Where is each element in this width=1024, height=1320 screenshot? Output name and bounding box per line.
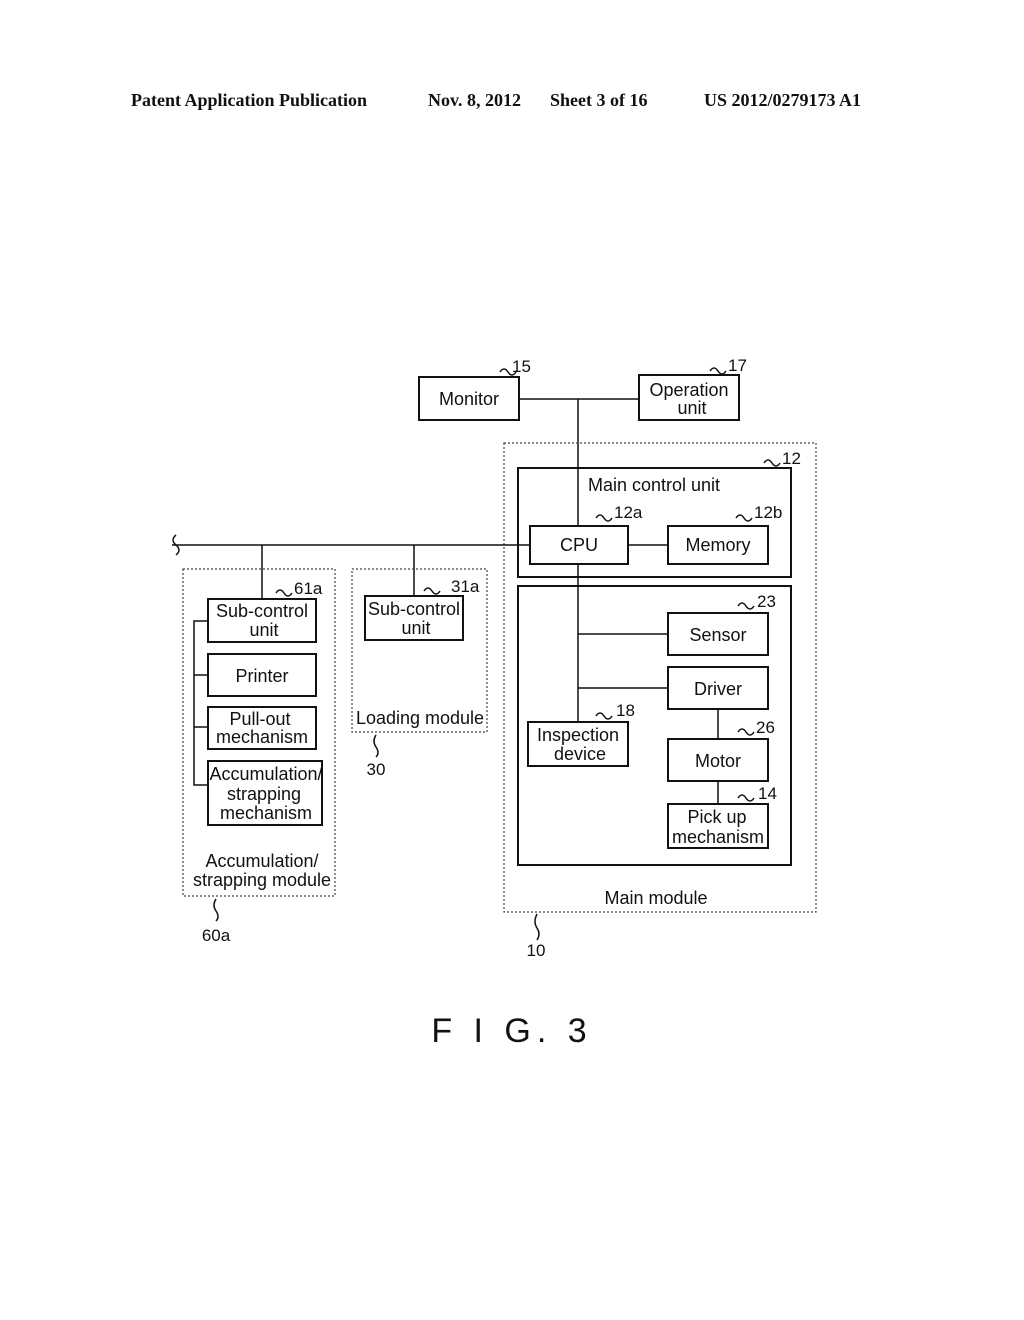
sensor-label: Sensor <box>689 625 746 645</box>
accum-mech-label-2: strapping <box>227 784 301 804</box>
loading-sub-control-block: Sub-control unit 31a <box>364 577 480 641</box>
cpu-ref: 12a <box>614 503 643 522</box>
pullout-label-2: mechanism <box>216 727 308 747</box>
operation-unit-label-1: Operation <box>649 380 728 400</box>
motor-label: Motor <box>695 751 741 771</box>
pickup-ref: 14 <box>758 784 777 803</box>
loading-module-label: Loading module <box>356 708 484 728</box>
main-module-label: Main module <box>604 888 707 908</box>
accum-sub-control-ref: 61a <box>294 579 323 598</box>
main-control-unit-label: Main control unit <box>588 475 720 495</box>
operation-unit-label-2: unit <box>677 398 706 418</box>
accum-mech-label-3: mechanism <box>220 803 312 823</box>
figure-label: F I G. 3 <box>431 1012 592 1050</box>
inspection-device-block: Inspection device 18 <box>527 701 635 767</box>
inspection-device-label-2: device <box>554 744 606 764</box>
memory-block: Memory 12b <box>667 503 782 565</box>
accum-sub-control-block: Sub-control unit 61a <box>207 579 323 643</box>
pullout-label-1: Pull-out <box>229 709 290 729</box>
cpu-block: CPU 12a <box>529 503 643 565</box>
motor-ref: 26 <box>756 718 775 737</box>
main-module-ref: 10 <box>527 941 546 960</box>
accum-sub-control-label-1: Sub-control <box>216 601 308 621</box>
inspection-device-ref: 18 <box>616 701 635 720</box>
accumulation-module-label-2: strapping module <box>193 870 331 890</box>
printer-block: Printer <box>207 653 317 697</box>
pullout-mechanism-block: Pull-out mechanism <box>207 706 317 750</box>
operation-unit-block: Operation unit 17 <box>638 356 747 421</box>
block-diagram: Monitor 15 Operation unit 17 Main module… <box>172 356 817 1050</box>
cpu-label: CPU <box>560 535 598 555</box>
accum-strapping-mechanism-block: Accumulation/ strapping mechanism <box>207 760 323 826</box>
main-control-unit-ref: 12 <box>782 449 801 468</box>
monitor-label: Monitor <box>439 389 499 409</box>
driver-block: Driver <box>667 666 769 710</box>
memory-label: Memory <box>685 535 750 555</box>
connector-accum-internal-bus <box>193 620 208 786</box>
accum-mech-label-1: Accumulation/ <box>209 764 322 784</box>
pickup-label-2: mechanism <box>672 827 764 847</box>
pickup-label-1: Pick up <box>687 807 746 827</box>
loading-sub-control-label-1: Sub-control <box>368 599 460 619</box>
accum-sub-control-label-2: unit <box>249 620 278 640</box>
printer-label: Printer <box>235 666 288 686</box>
sensor-ref: 23 <box>757 592 776 611</box>
inspection-device-label-1: Inspection <box>537 725 619 745</box>
monitor-ref: 15 <box>512 357 531 376</box>
sensor-block: Sensor 23 <box>667 592 776 656</box>
accumulation-module-ref: 60a <box>202 926 231 945</box>
pickup-mechanism-block: Pick up mechanism 14 <box>667 784 777 849</box>
accumulation-module-label-1: Accumulation/ <box>205 851 318 871</box>
loading-module-ref: 30 <box>367 760 386 779</box>
memory-ref: 12b <box>754 503 782 522</box>
loading-sub-control-ref: 31a <box>451 577 480 596</box>
operation-unit-ref: 17 <box>728 356 747 375</box>
monitor-block: Monitor 15 <box>418 357 531 421</box>
driver-label: Driver <box>694 679 742 699</box>
loading-sub-control-label-2: unit <box>401 618 430 638</box>
motor-block: Motor 26 <box>667 718 775 782</box>
